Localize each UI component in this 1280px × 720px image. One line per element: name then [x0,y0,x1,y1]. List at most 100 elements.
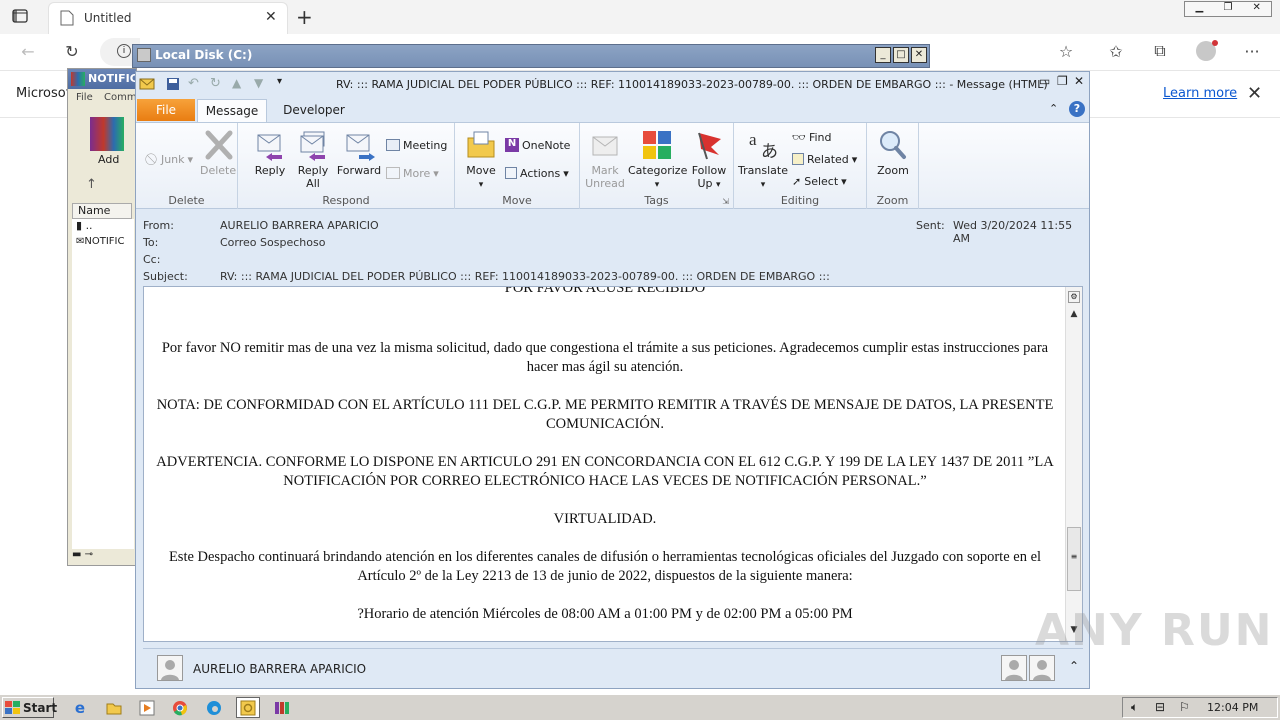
close-infobar-icon[interactable]: ✕ [1247,83,1262,104]
add-button[interactable]: Add [98,153,119,166]
chrome-icon[interactable] [168,697,192,718]
media-player-icon[interactable] [135,697,159,718]
save-icon[interactable] [165,76,181,92]
close-icon[interactable]: ✕ [1074,74,1084,88]
list-item[interactable]: ✉NOTIFIC [72,236,134,253]
menu-commands[interactable]: Comm [104,92,137,103]
related-button[interactable]: Related ▾ [792,149,857,169]
to-value[interactable]: Correo Sospechoso [220,236,325,249]
message-body[interactable]: POR FAVOR ACUSE RECIBIDO Por favor NO re… [143,286,1083,642]
disk-icon [137,48,151,62]
cursor-icon: ➚ [792,174,802,188]
winrar-taskbar-icon[interactable] [270,697,294,718]
mark-unread-button[interactable]: Mark Unread [584,129,626,190]
find-button[interactable]: 👓︎ Find [792,127,832,147]
people-pane-name[interactable]: AURELIO BARRERA APARICIO [193,662,366,676]
reply-all-button[interactable]: Reply All [294,129,332,190]
meeting-icon [386,139,400,151]
info-icon[interactable]: i [117,44,131,58]
up-arrow-icon[interactable]: ↑ [86,177,97,192]
from-value[interactable]: AURELIO BARRERA APARICIO [220,219,379,232]
profile-avatar[interactable] [1196,40,1218,61]
vertical-scrollbar[interactable]: ⚙ ▲ ≡ ▼ [1065,287,1082,641]
close-icon[interactable]: ✕ [1242,2,1271,16]
meeting-button[interactable]: Meeting [386,135,447,155]
scroll-thumb[interactable]: ≡ [1067,527,1081,591]
list-item[interactable]: ▮ .. [72,219,134,236]
customize-qat-icon[interactable]: ▾ [277,76,293,92]
categorize-button[interactable]: Categorize ▾ [628,129,687,192]
expand-people-pane-icon[interactable]: ⌃ [1069,659,1079,673]
collapse-ribbon-icon[interactable]: ⌃ [1049,102,1058,115]
browser-tab[interactable]: Untitled ✕ [48,2,288,34]
clock[interactable]: 12:04 PM [1207,701,1258,714]
zoom-button[interactable]: Zoom [873,129,913,177]
group-respond: Reply Reply All Forward Meeting More ▾ Res… [238,123,455,209]
outlook-taskbar-icon[interactable] [236,697,260,718]
reply-button[interactable]: Reply [252,129,288,177]
magnifier-icon [877,129,909,161]
explorer-controls: _ □ ✕ [875,47,927,63]
explorer-icon[interactable] [102,697,126,718]
new-tab-icon[interactable]: + [296,5,313,29]
mark-unread-icon [589,129,621,161]
undo-icon[interactable]: ↶ [188,76,204,92]
actions-button[interactable]: Actions ▾ [505,163,569,183]
tab-title: Untitled [84,11,132,25]
junk-button[interactable]: 🚫︎ Junk ▾ [144,149,193,169]
flag-tray-icon[interactable]: ⚐ [1179,700,1190,714]
select-label: Select [804,174,839,188]
tab-actions-icon[interactable] [12,8,28,24]
follow-up-button[interactable]: Follow Up ▾ [688,129,730,192]
help-icon[interactable]: ? [1069,101,1085,117]
minimize-icon[interactable]: ▁ [1185,2,1214,16]
close-icon[interactable]: ✕ [911,47,927,63]
edge-icon[interactable] [202,697,226,718]
start-button[interactable]: Start [2,697,58,718]
tab-message[interactable]: Message [197,99,267,123]
forward-icon [343,129,375,161]
favorites-icon[interactable]: ✩ [1101,36,1131,66]
restore-icon[interactable]: ❐ [1214,2,1243,16]
redo-icon[interactable]: ↻ [210,76,226,92]
add-favorite-icon[interactable]: ☆ [1051,36,1081,66]
outlook-message-window: ↶ ↻ ▲ ▼ ▾ RV: ::: RAMA JUDICIAL DEL PODE… [135,71,1090,689]
maximize-icon[interactable]: □ [893,47,909,63]
restore-icon[interactable]: ❐ [1057,74,1068,88]
more-button[interactable]: More ▾ [386,163,439,183]
file-list: ▮ .. ✉NOTIFIC [72,219,134,549]
move-button[interactable]: Move ▾ [463,129,499,192]
learn-more-link[interactable]: Learn more [1163,86,1237,101]
ie-icon[interactable]: e [68,697,92,718]
start-label: Start [23,700,58,715]
refresh-icon[interactable]: ↻ [57,36,87,66]
collections-icon[interactable]: ⧉ [1145,36,1175,66]
onenote-button[interactable]: N OneNote [505,135,570,155]
scroll-up-icon[interactable]: ▲ [1067,309,1081,323]
select-button[interactable]: ➚ Select ▾ [792,171,847,191]
junk-label: Junk [160,152,185,166]
forward-button[interactable]: Forward [336,129,382,177]
tab-file[interactable]: File [137,99,195,121]
close-tab-icon[interactable]: ✕ [265,9,277,25]
next-item-icon[interactable]: ▼ [254,76,270,92]
row-file-label: NOTIFIC [84,236,125,247]
person-avatar-icon[interactable] [1001,655,1027,681]
minimize-icon[interactable]: _ [875,47,891,63]
translate-button[interactable]: aあ Translate ▾ [738,129,788,192]
person-avatar-icon[interactable] [1029,655,1055,681]
network-icon[interactable]: ⊟ [1155,700,1165,714]
tab-developer[interactable]: Developer [274,99,354,121]
outlook-mail-icon [139,76,155,92]
volume-icon[interactable]: 🔈︎ [1131,700,1138,715]
paragraph-acuse: POR FAVOR ACUSE RECIBIDO [504,287,706,296]
zoom-scroll-icon[interactable]: ⚙ [1068,291,1080,303]
menu-file[interactable]: File [76,92,93,103]
more-icon[interactable]: ··· [1237,36,1267,66]
back-icon[interactable]: ← [13,36,43,66]
minimize-icon[interactable]: ▭ [1039,74,1050,88]
delete-button[interactable]: Delete [200,129,236,177]
column-name[interactable]: Name [72,203,132,219]
winrar-icon [71,72,85,86]
previous-item-icon[interactable]: ▲ [232,76,248,92]
